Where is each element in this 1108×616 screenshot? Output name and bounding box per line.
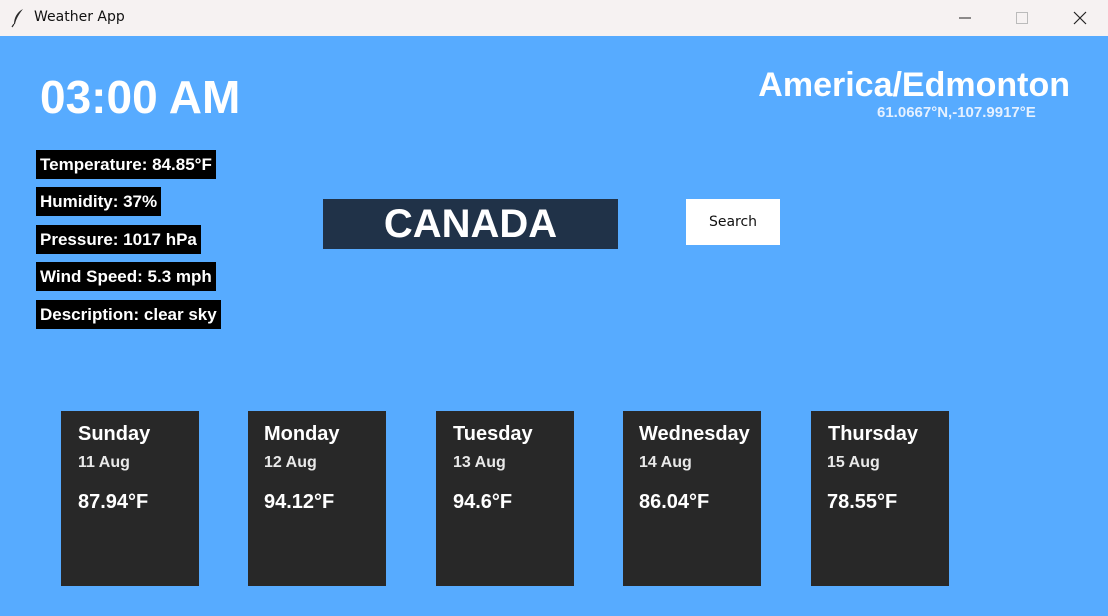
window-titlebar: Weather App [0,0,1108,36]
forecast-temp: 86.04°F [639,491,710,513]
forecast-day: Tuesday [453,423,533,445]
close-button[interactable] [1057,0,1103,36]
temperature-label: Temperature: 84.85°F [36,150,216,179]
feather-icon [11,9,23,28]
forecast-card-tuesday: Tuesday 13 Aug 94.6°F [436,411,574,586]
forecast-date: 13 Aug [453,454,506,471]
forecast-date: 12 Aug [264,454,317,471]
forecast-day: Thursday [828,423,919,445]
minimize-button[interactable] [942,0,988,36]
app-main: 03:00 AM America/Edmonton 61.0667°N,-107… [0,36,1108,616]
humidity-label: Humidity: 37% [36,187,162,216]
city-search-input[interactable] [323,199,618,249]
forecast-day: Sunday [78,423,151,445]
forecast-temp: 94.6°F [453,491,513,513]
wind-speed-label: Wind Speed: 5.3 mph [36,262,216,291]
timezone-label: America/Edmonton [758,66,1070,104]
close-icon [1073,11,1087,25]
forecast-temp: 94.12°F [264,491,335,513]
forecast-temp: 78.55°F [827,491,898,513]
forecast-card-sunday: Sunday 11 Aug 87.94°F [61,411,199,586]
search-button[interactable]: Search [686,199,780,245]
forecast-day: Monday [264,423,340,445]
forecast-card-thursday: Thursday 15 Aug 78.55°F [811,411,949,586]
forecast-card-monday: Monday 12 Aug 94.12°F [248,411,386,586]
minimize-icon [959,17,971,19]
forecast-date: 14 Aug [639,454,692,471]
clock-display: 03:00 AM [40,71,241,123]
forecast-temp: 87.94°F [78,491,149,513]
forecast-card-wednesday: Wednesday 14 Aug 86.04°F [623,411,761,586]
maximize-button[interactable] [999,0,1045,36]
description-label: Description: clear sky [36,300,221,329]
maximize-icon [1016,12,1028,24]
forecast-date: 11 Aug [78,454,130,471]
forecast-date: 15 Aug [827,454,880,471]
coordinates-label: 61.0667°N,-107.9917°E [877,104,1036,121]
window-title: Weather App [34,9,125,25]
forecast-day: Wednesday [639,423,750,445]
pressure-label: Pressure: 1017 hPa [36,225,201,254]
